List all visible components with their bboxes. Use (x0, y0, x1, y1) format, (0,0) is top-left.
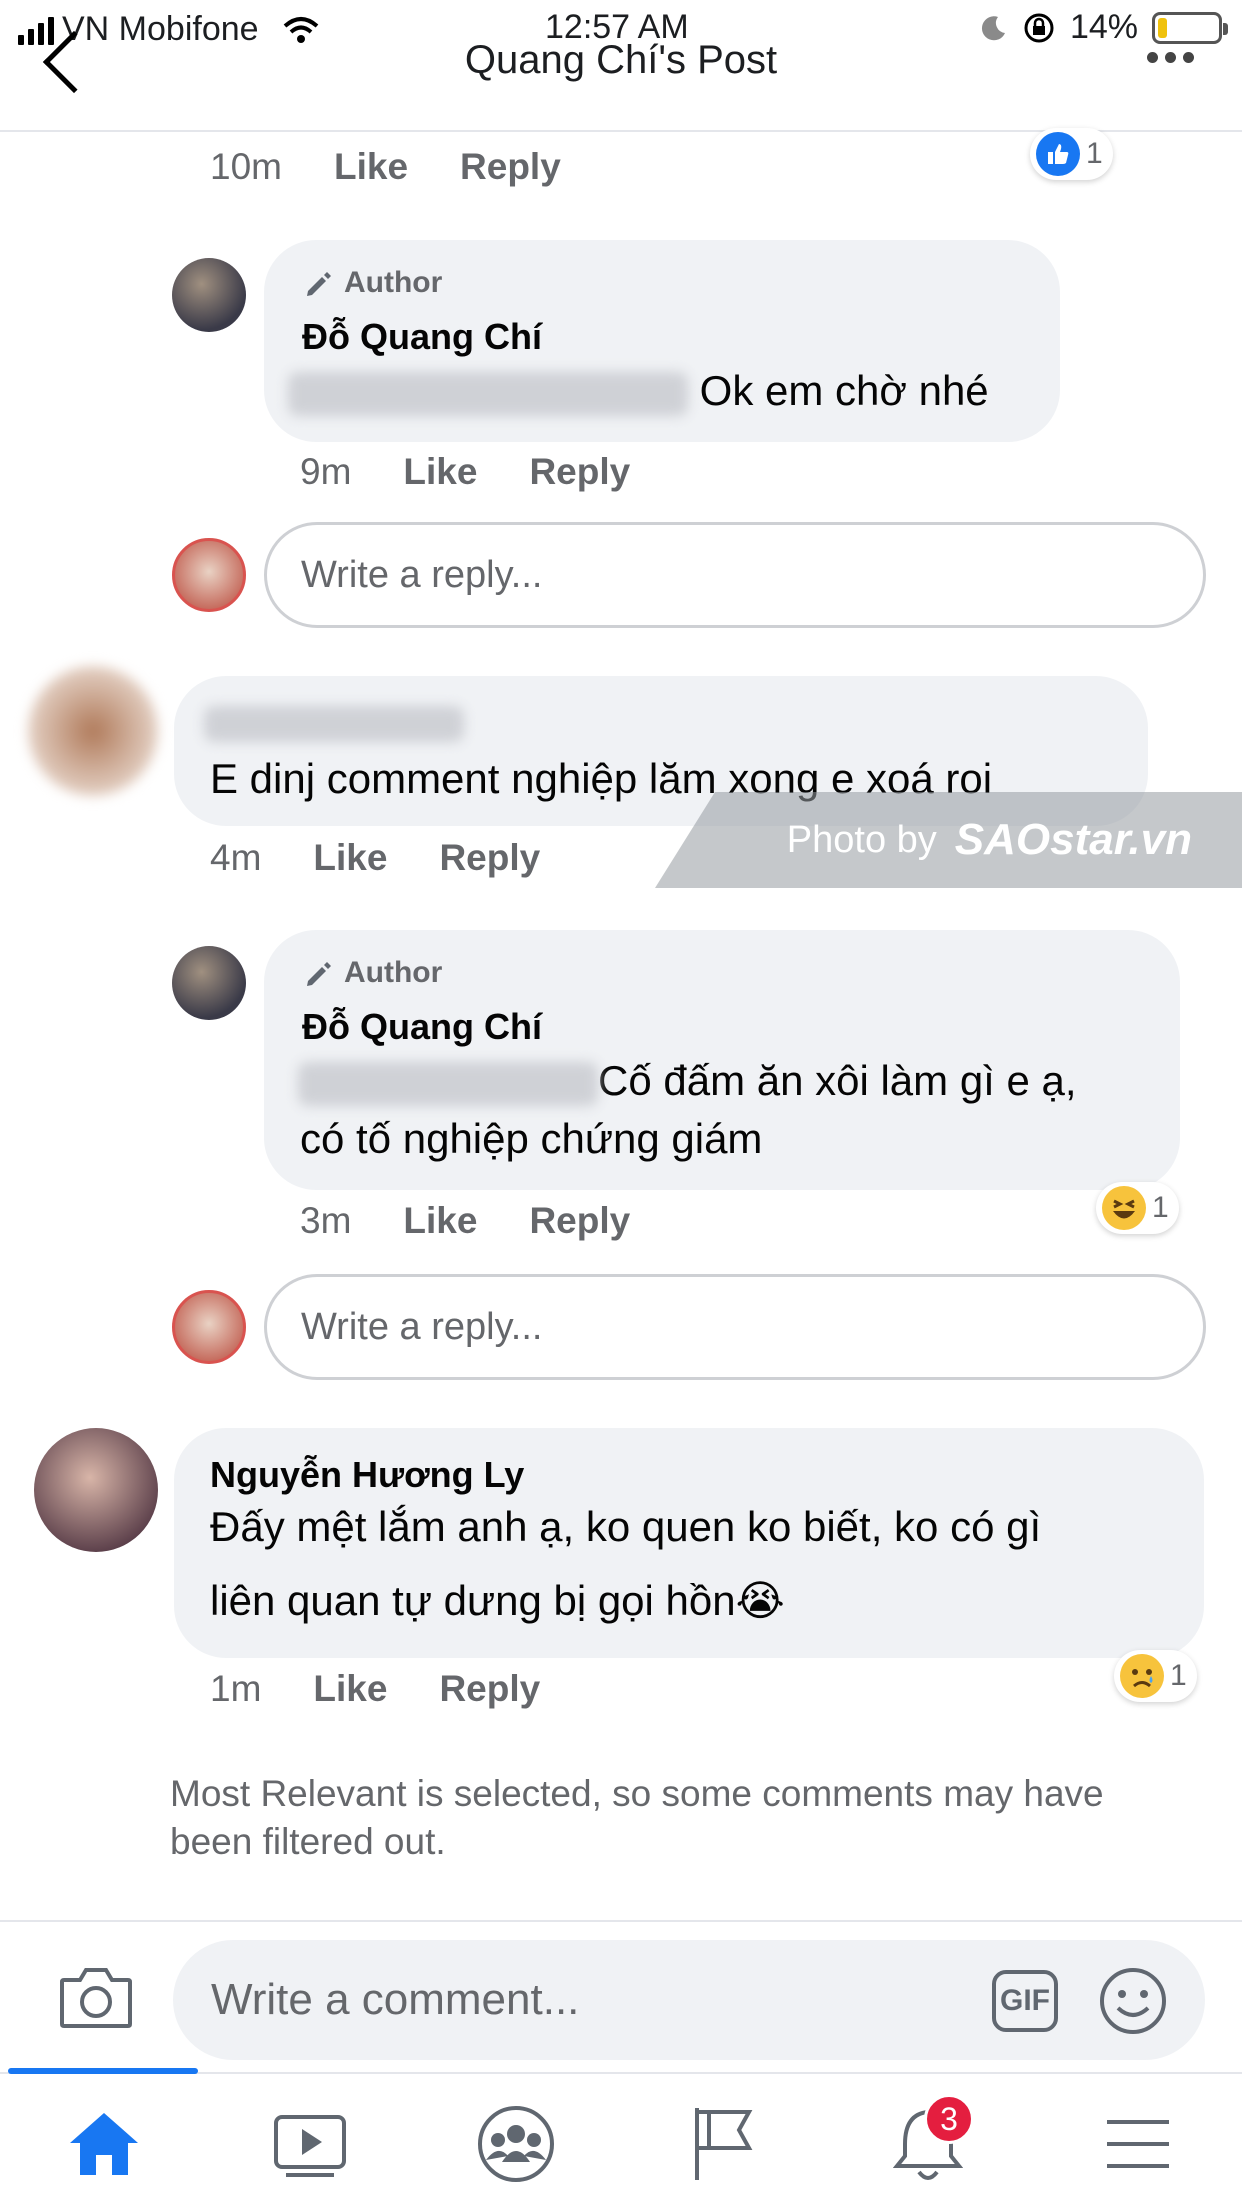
author-tag: Author (302, 266, 442, 300)
author-tag: Author (302, 956, 442, 990)
pencil-icon (307, 962, 331, 986)
comment-time: 10m (210, 146, 282, 187)
comment-text: Ok em chờ nhé (699, 367, 989, 414)
comment-text-line1: Đấy mệt lắm anh ạ, ko quen ko biết, ko c… (210, 1503, 1042, 1550)
tab-home[interactable] (44, 2094, 164, 2194)
comment-meta: 9m Like Reply (300, 451, 630, 493)
reply-button[interactable]: Reply (439, 1668, 540, 1710)
video-icon (274, 2115, 346, 2177)
gif-button[interactable]: GIF (992, 1970, 1058, 2032)
reply-button[interactable]: Reply (460, 146, 561, 188)
bottom-tab-bar: 3 (0, 2068, 1242, 2208)
avatar[interactable] (34, 1428, 158, 1552)
post-header: Quang Chí's Post (0, 0, 1242, 132)
reply-button[interactable]: Reply (529, 1200, 630, 1242)
watermark: Photo by SAOstar.vn (655, 792, 1242, 888)
reaction-count: 1 (1152, 1191, 1169, 1224)
like-button[interactable]: Like (334, 146, 408, 188)
comment-meta: 1m Like Reply (210, 1668, 540, 1710)
avatar[interactable] (172, 946, 246, 1020)
reaction-count: 1 (1170, 1659, 1187, 1692)
my-avatar (172, 538, 246, 612)
avatar[interactable] (28, 666, 158, 796)
watermark-label: Photo by (786, 818, 937, 861)
like-button[interactable]: Like (403, 451, 477, 493)
flag-icon (695, 2108, 753, 2180)
redacted-name (204, 706, 464, 742)
comment-text-row: Ok em chờ nhé (288, 362, 989, 420)
reply-button[interactable]: Reply (439, 837, 540, 879)
comment-time: 4m (210, 837, 262, 878)
like-button[interactable]: Like (403, 1200, 477, 1242)
reaction-badge[interactable]: 1 (1030, 128, 1113, 180)
groups-icon (478, 2106, 554, 2182)
reply-input[interactable]: Write a reply... (264, 1274, 1206, 1380)
redacted-mention (298, 1061, 598, 1106)
filter-note: Most Relevant is selected, so some comme… (170, 1773, 1104, 1862)
notification-badge: 3 (924, 2094, 974, 2144)
comment-text-line2: liên quan tự dưng bị gọi hồn😭 (210, 1577, 785, 1624)
commenter-name[interactable]: Đỗ Quang Chí (302, 1006, 542, 1048)
comment-meta: 10m Like Reply (210, 146, 561, 188)
tab-menu[interactable] (1078, 2094, 1198, 2194)
comment-text-line1: Cố đấm ăn xôi làm gì e ạ, (598, 1057, 1077, 1104)
avatar[interactable] (172, 258, 246, 332)
like-reaction-icon (1036, 132, 1080, 176)
haha-reaction-icon (1102, 1186, 1146, 1230)
tab-watch[interactable] (250, 2094, 370, 2194)
commenter-name[interactable]: Đỗ Quang Chí (302, 316, 542, 358)
tab-notifications[interactable]: 3 (868, 2094, 988, 2194)
comment-composer: Write a comment... GIF (0, 1920, 1242, 2072)
comment-meta: 3m Like Reply (300, 1200, 630, 1242)
reply-input[interactable]: Write a reply... (264, 522, 1206, 628)
watermark-brand: SAOstar.vn (954, 815, 1192, 864)
comment-bubble: Author Đỗ Quang Chí Ok em chờ nhé (264, 240, 1060, 442)
tab-groups[interactable] (456, 2094, 576, 2194)
redacted-mention (288, 371, 688, 416)
menu-icon (1107, 2120, 1169, 2168)
reaction-badge[interactable]: 1 (1114, 1650, 1197, 1702)
comment-time: 1m (210, 1668, 262, 1709)
emoji-icon[interactable] (1098, 1966, 1168, 2036)
reply-button[interactable]: Reply (529, 451, 630, 493)
comment-time: 3m (300, 1200, 352, 1241)
my-avatar (172, 1290, 246, 1364)
author-label: Author (344, 956, 443, 989)
reaction-count: 1 (1086, 137, 1103, 170)
commenter-name[interactable]: Nguyễn Hương Ly (210, 1454, 524, 1496)
comment-text-line2: có tố nghiệp chứng giám (300, 1115, 763, 1162)
comment-time: 9m (300, 451, 352, 492)
page-title: Quang Chí's Post (464, 38, 778, 82)
pencil-icon (307, 272, 331, 296)
tab-pages[interactable] (662, 2094, 782, 2194)
comment-text-row: Cố đấm ăn xôi làm gì e ạ, (298, 1052, 1077, 1110)
like-button[interactable]: Like (313, 837, 387, 879)
home-icon (70, 2113, 138, 2175)
author-label: Author (344, 266, 443, 299)
like-button[interactable]: Like (313, 1668, 387, 1710)
reaction-badge[interactable]: 1 (1096, 1182, 1179, 1234)
active-tab-indicator (8, 2068, 198, 2074)
comment-bubble: Nguyễn Hương Ly Đấy mệt lắm anh ạ, ko qu… (174, 1428, 1204, 1658)
comment-meta: 4m Like Reply (210, 837, 540, 879)
camera-icon[interactable] (58, 1964, 134, 2030)
more-options-button[interactable] (1147, 52, 1194, 63)
sad-reaction-icon (1120, 1654, 1164, 1698)
comment-input-placeholder: Write a comment... (211, 1975, 580, 2024)
comment-bubble: Author Đỗ Quang Chí Cố đấm ăn xôi làm gì… (264, 930, 1180, 1190)
